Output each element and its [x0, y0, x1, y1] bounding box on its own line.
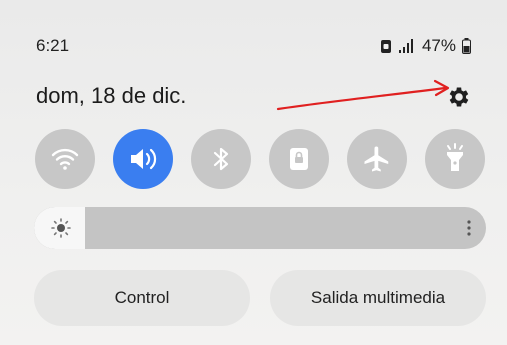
media-output-button[interactable]: Salida multimedia — [270, 270, 486, 326]
bluetooth-icon — [213, 147, 229, 171]
date-label: dom, 18 de dic. — [36, 83, 187, 108]
lock-rotation-icon — [290, 148, 308, 170]
airplane-icon — [364, 146, 389, 172]
control-button[interactable]: Control — [34, 270, 250, 326]
status-time: 6:21 — [36, 36, 70, 55]
battery-percent: 47% — [421, 36, 456, 55]
flashlight-tile[interactable] — [425, 129, 485, 189]
rotation-lock-tile[interactable] — [269, 129, 329, 189]
wifi-tile[interactable] — [35, 129, 95, 189]
battery-icon — [462, 38, 471, 54]
sound-tile[interactable] — [113, 129, 173, 189]
status-bar: 6:21 47% — [0, 0, 507, 70]
bluetooth-tile[interactable] — [191, 129, 251, 189]
airplane-tile[interactable] — [347, 129, 407, 189]
lock-badge-icon — [380, 38, 392, 54]
wifi-icon — [51, 148, 79, 170]
status-right: 47% — [380, 36, 471, 56]
brightness-slider[interactable] — [34, 207, 486, 249]
settings-button[interactable] — [446, 84, 472, 110]
more-vertical-icon[interactable] — [466, 219, 472, 237]
quick-settings-panel: 6:21 47% dom, 18 de dic. Control Salida … — [0, 0, 507, 345]
sun-icon — [51, 218, 71, 238]
gear-icon — [449, 87, 469, 107]
sound-icon — [131, 148, 157, 170]
flashlight-icon — [447, 143, 463, 171]
signal-icon — [398, 38, 416, 54]
quick-tiles-row — [35, 129, 485, 189]
annotation-arrow — [276, 79, 450, 111]
